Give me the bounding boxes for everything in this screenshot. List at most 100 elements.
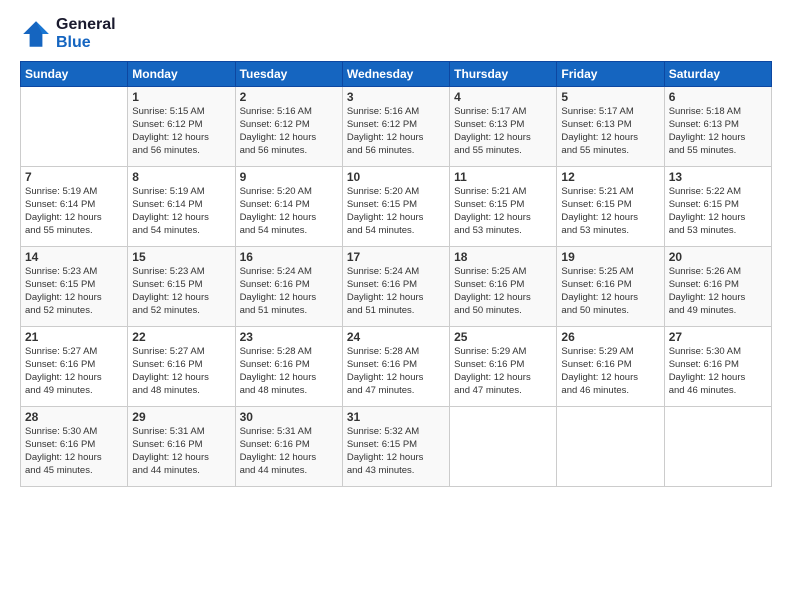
day-number: 5 xyxy=(561,90,659,104)
day-number: 30 xyxy=(240,410,338,424)
table-row: 8 Sunrise: 5:19 AM Sunset: 6:14 PM Daylig… xyxy=(128,167,235,247)
table-row: 10 Sunrise: 5:20 AM Sunset: 6:15 PM Dayli… xyxy=(342,167,449,247)
page: General Blue SundayMondayTuesdayWednesda… xyxy=(0,0,792,497)
cell-text: Sunrise: 5:15 AM Sunset: 6:12 PM Dayligh… xyxy=(132,106,230,157)
table-row: 27 Sunrise: 5:30 AM Sunset: 6:16 PM Dayli… xyxy=(664,327,771,407)
table-row: 9 Sunrise: 5:20 AM Sunset: 6:14 PM Daylig… xyxy=(235,167,342,247)
day-number: 11 xyxy=(454,170,552,184)
cell-text: Sunrise: 5:21 AM Sunset: 6:15 PM Dayligh… xyxy=(561,186,659,237)
col-header-tuesday: Tuesday xyxy=(235,62,342,87)
day-number: 15 xyxy=(132,250,230,264)
day-number: 12 xyxy=(561,170,659,184)
cell-text: Sunrise: 5:20 AM Sunset: 6:14 PM Dayligh… xyxy=(240,186,338,237)
table-row: 3 Sunrise: 5:16 AM Sunset: 6:12 PM Daylig… xyxy=(342,87,449,167)
table-row: 21Sunrise: 5:27 AM Sunset: 6:16 PM Dayli… xyxy=(21,327,128,407)
table-row: 17 Sunrise: 5:24 AM Sunset: 6:16 PM Dayli… xyxy=(342,247,449,327)
day-number: 3 xyxy=(347,90,445,104)
day-number: 9 xyxy=(240,170,338,184)
day-number: 4 xyxy=(454,90,552,104)
table-row: 24 Sunrise: 5:28 AM Sunset: 6:16 PM Dayli… xyxy=(342,327,449,407)
cell-text: Sunrise: 5:19 AM Sunset: 6:14 PM Dayligh… xyxy=(132,186,230,237)
day-number: 6 xyxy=(669,90,767,104)
day-number: 7 xyxy=(25,170,123,184)
table-row: 5 Sunrise: 5:17 AM Sunset: 6:13 PM Daylig… xyxy=(557,87,664,167)
table-row: 19 Sunrise: 5:25 AM Sunset: 6:16 PM Dayli… xyxy=(557,247,664,327)
table-row: 11 Sunrise: 5:21 AM Sunset: 6:15 PM Dayli… xyxy=(450,167,557,247)
cell-text: Sunrise: 5:16 AM Sunset: 6:12 PM Dayligh… xyxy=(347,106,445,157)
day-number: 19 xyxy=(561,250,659,264)
cell-text: Sunrise: 5:19 AM Sunset: 6:14 PM Dayligh… xyxy=(25,186,123,237)
day-number: 20 xyxy=(669,250,767,264)
day-number: 2 xyxy=(240,90,338,104)
table-row: 14 Sunrise: 5:23 AM Sunset: 6:15 PM Dayli… xyxy=(21,247,128,327)
cell-text: Sunrise: 5:17 AM Sunset: 6:13 PM Dayligh… xyxy=(454,106,552,157)
cell-text: Sunrise: 5:17 AM Sunset: 6:13 PM Dayligh… xyxy=(561,106,659,157)
cell-text: Sunrise: 5:23 AM Sunset: 6:15 PM Dayligh… xyxy=(132,266,230,317)
table-row: 16 Sunrise: 5:24 AM Sunset: 6:16 PM Dayli… xyxy=(235,247,342,327)
table-row: 22Sunrise: 5:27 AM Sunset: 6:16 PM Dayli… xyxy=(128,327,235,407)
table-row: 25Sunrise: 5:29 AM Sunset: 6:16 PM Dayli… xyxy=(450,327,557,407)
day-number: 1 xyxy=(132,90,230,104)
table-row: 2 Sunrise: 5:16 AM Sunset: 6:12 PM Daylig… xyxy=(235,87,342,167)
cell-text: Sunrise: 5:30 AM Sunset: 6:16 PM Dayligh… xyxy=(669,346,767,397)
day-number: 28 xyxy=(25,410,123,424)
col-header-wednesday: Wednesday xyxy=(342,62,449,87)
table-row: 18Sunrise: 5:25 AM Sunset: 6:16 PM Dayli… xyxy=(450,247,557,327)
cell-text: Sunrise: 5:16 AM Sunset: 6:12 PM Dayligh… xyxy=(240,106,338,157)
col-header-monday: Monday xyxy=(128,62,235,87)
header: General Blue xyxy=(20,16,772,51)
day-number: 8 xyxy=(132,170,230,184)
day-number: 13 xyxy=(669,170,767,184)
table-row: 13 Sunrise: 5:22 AM Sunset: 6:15 PM Dayli… xyxy=(664,167,771,247)
table-row: 20 Sunrise: 5:26 AM Sunset: 6:16 PM Dayli… xyxy=(664,247,771,327)
day-number: 26 xyxy=(561,330,659,344)
cell-text: Sunrise: 5:18 AM Sunset: 6:13 PM Dayligh… xyxy=(669,106,767,157)
day-number: 31 xyxy=(347,410,445,424)
table-row: 7 Sunrise: 5:19 AM Sunset: 6:14 PM Daylig… xyxy=(21,167,128,247)
table-row xyxy=(664,407,771,487)
cell-text: Sunrise: 5:31 AM Sunset: 6:16 PM Dayligh… xyxy=(240,426,338,477)
cell-text: Sunrise: 5:24 AM Sunset: 6:16 PM Dayligh… xyxy=(240,266,338,317)
day-number: 29 xyxy=(132,410,230,424)
day-number: 23 xyxy=(240,330,338,344)
table-row: 12 Sunrise: 5:21 AM Sunset: 6:15 PM Dayli… xyxy=(557,167,664,247)
day-number: 18 xyxy=(454,250,552,264)
cell-text: Sunrise: 5:24 AM Sunset: 6:16 PM Dayligh… xyxy=(347,266,445,317)
day-number: 17 xyxy=(347,250,445,264)
col-header-saturday: Saturday xyxy=(664,62,771,87)
table-row: 6 Sunrise: 5:18 AM Sunset: 6:13 PM Daylig… xyxy=(664,87,771,167)
cell-text: Sunrise: 5:29 AM Sunset: 6:16 PM Dayligh… xyxy=(454,346,552,397)
cell-text: Sunrise: 5:21 AM Sunset: 6:15 PM Dayligh… xyxy=(454,186,552,237)
table-row xyxy=(21,87,128,167)
cell-text: Sunrise: 5:28 AM Sunset: 6:16 PM Dayligh… xyxy=(347,346,445,397)
day-number: 10 xyxy=(347,170,445,184)
cell-text: Sunrise: 5:31 AM Sunset: 6:16 PM Dayligh… xyxy=(132,426,230,477)
cell-text: Sunrise: 5:22 AM Sunset: 6:15 PM Dayligh… xyxy=(669,186,767,237)
table-row: 4 Sunrise: 5:17 AM Sunset: 6:13 PM Daylig… xyxy=(450,87,557,167)
table-row: 28 Sunrise: 5:30 AM Sunset: 6:16 PM Dayli… xyxy=(21,407,128,487)
table-row xyxy=(450,407,557,487)
cell-text: Sunrise: 5:30 AM Sunset: 6:16 PM Dayligh… xyxy=(25,426,123,477)
col-header-thursday: Thursday xyxy=(450,62,557,87)
calendar-table: SundayMondayTuesdayWednesdayThursdayFrid… xyxy=(20,61,772,487)
logo-icon xyxy=(20,18,52,50)
cell-text: Sunrise: 5:32 AM Sunset: 6:15 PM Dayligh… xyxy=(347,426,445,477)
table-row: 30 Sunrise: 5:31 AM Sunset: 6:16 PM Dayli… xyxy=(235,407,342,487)
day-number: 16 xyxy=(240,250,338,264)
day-number: 24 xyxy=(347,330,445,344)
logo: General Blue xyxy=(20,16,116,51)
logo-text: General Blue xyxy=(56,16,116,51)
cell-text: Sunrise: 5:27 AM Sunset: 6:16 PM Dayligh… xyxy=(25,346,123,397)
cell-text: Sunrise: 5:23 AM Sunset: 6:15 PM Dayligh… xyxy=(25,266,123,317)
cell-text: Sunrise: 5:26 AM Sunset: 6:16 PM Dayligh… xyxy=(669,266,767,317)
cell-text: Sunrise: 5:20 AM Sunset: 6:15 PM Dayligh… xyxy=(347,186,445,237)
table-row: 31 Sunrise: 5:32 AM Sunset: 6:15 PM Dayli… xyxy=(342,407,449,487)
table-row: 26 Sunrise: 5:29 AM Sunset: 6:16 PM Dayli… xyxy=(557,327,664,407)
cell-text: Sunrise: 5:28 AM Sunset: 6:16 PM Dayligh… xyxy=(240,346,338,397)
day-number: 14 xyxy=(25,250,123,264)
cell-text: Sunrise: 5:29 AM Sunset: 6:16 PM Dayligh… xyxy=(561,346,659,397)
day-number: 27 xyxy=(669,330,767,344)
table-row: 1 Sunrise: 5:15 AM Sunset: 6:12 PM Daylig… xyxy=(128,87,235,167)
cell-text: Sunrise: 5:25 AM Sunset: 6:16 PM Dayligh… xyxy=(561,266,659,317)
table-row: 29 Sunrise: 5:31 AM Sunset: 6:16 PM Dayli… xyxy=(128,407,235,487)
